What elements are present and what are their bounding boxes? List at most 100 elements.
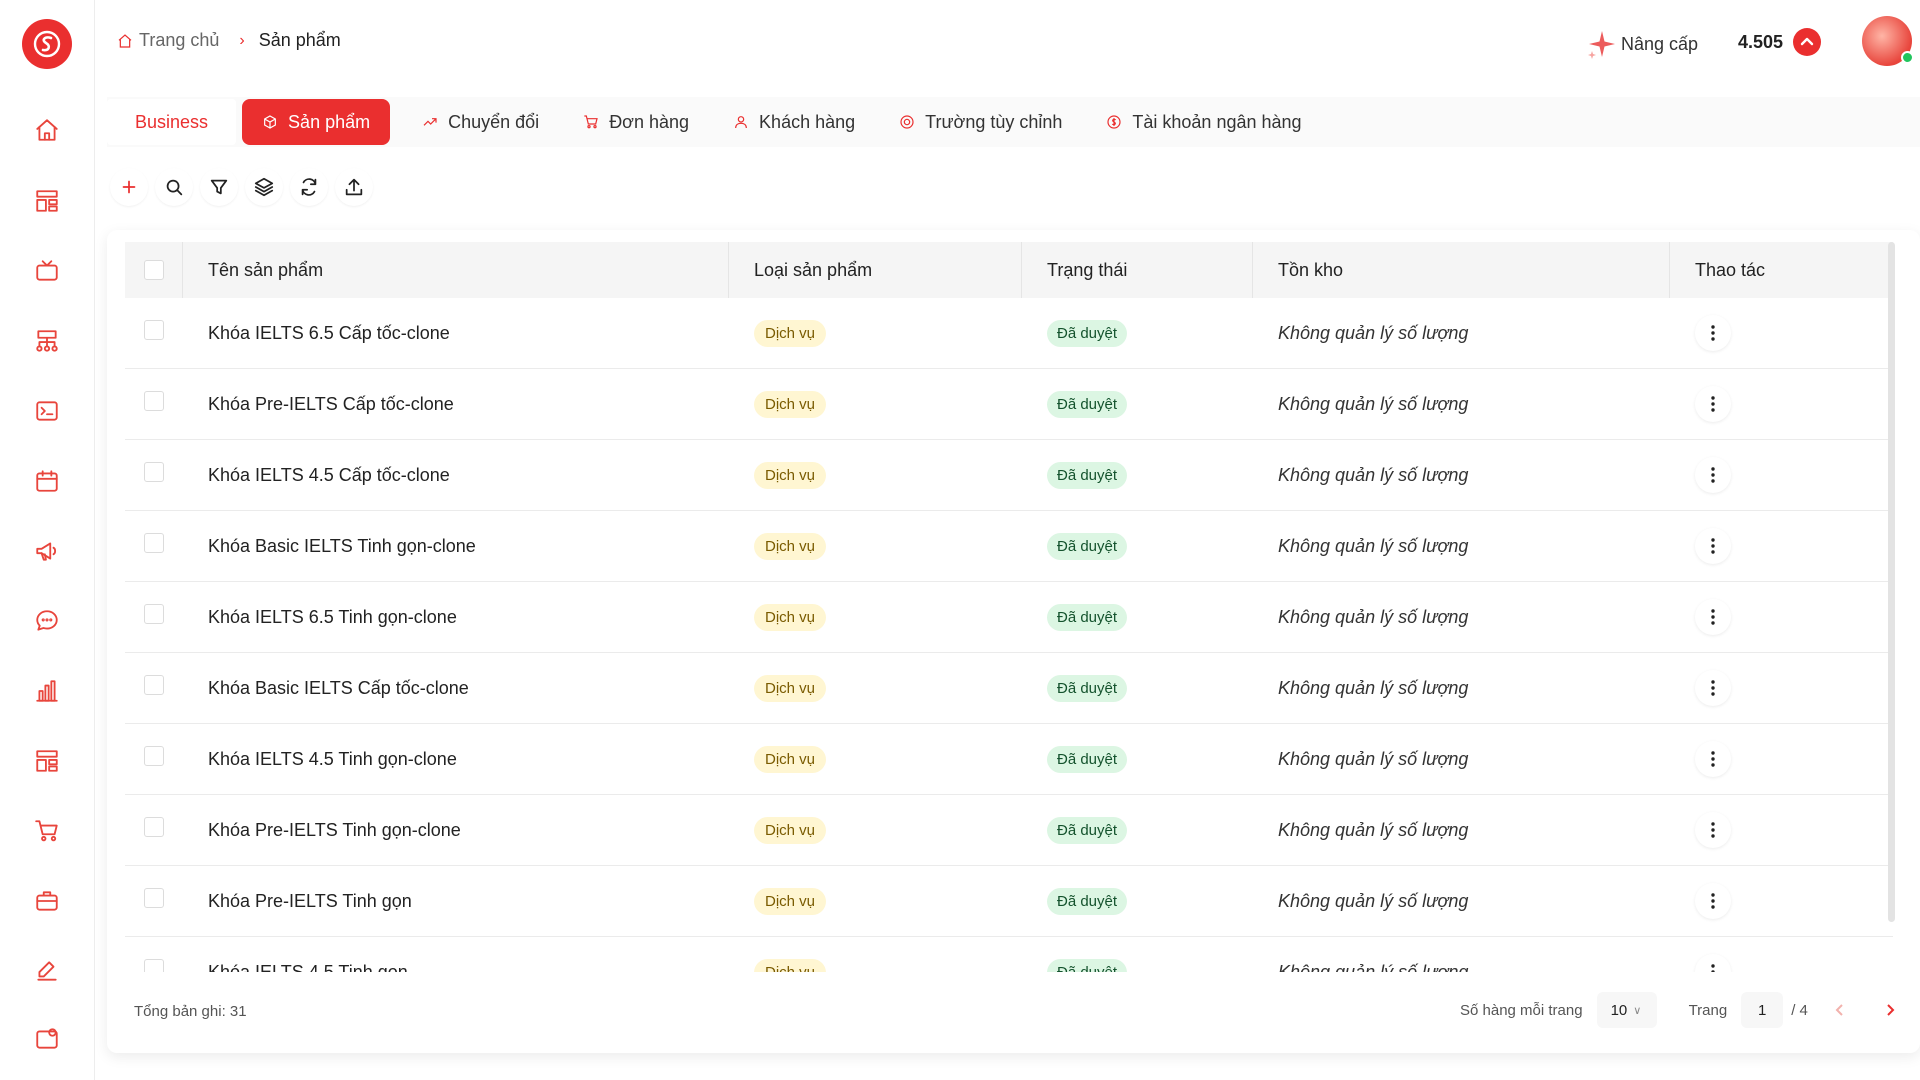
row-actions-button[interactable]	[1695, 741, 1731, 777]
table-row[interactable]: Khóa IELTS 6.5 Tinh gọn-clone Dịch vụ Đã d…	[125, 582, 1893, 653]
product-name[interactable]: Khóa Pre-IELTS Tinh gọn-clone	[183, 795, 729, 866]
product-name[interactable]: Khóa Pre-IELTS Tinh gọn	[183, 866, 729, 937]
breadcrumb: Trang chủ › Sản phẩm	[117, 30, 341, 51]
nav-edit[interactable]	[33, 957, 61, 985]
breadcrumb-home[interactable]: Trang chủ	[117, 30, 219, 51]
tab-customers[interactable]: Khách hàng	[711, 99, 877, 145]
credits-display[interactable]: 4.505	[1738, 28, 1822, 56]
product-name[interactable]: Khóa IELTS 4.5 Tinh gọn	[183, 937, 729, 973]
previous-page-button[interactable]	[1822, 992, 1858, 1028]
product-name[interactable]: Khóa IELTS 4.5 Tinh gọn-clone	[183, 724, 729, 795]
table-row[interactable]: Khóa Pre-IELTS Tinh gọn-clone Dịch vụ Đã d…	[125, 795, 1893, 866]
refresh-button[interactable]	[290, 168, 328, 206]
tab-business[interactable]: Business	[107, 99, 237, 145]
row-checkbox[interactable]	[144, 887, 164, 908]
page-number-input[interactable]	[1741, 992, 1784, 1028]
columns-button[interactable]	[245, 168, 283, 206]
scrollbar-thumb[interactable]	[1888, 242, 1895, 922]
chevron-right-icon: ›	[239, 31, 245, 49]
nav-home[interactable]	[33, 116, 61, 144]
search-button[interactable]	[155, 168, 193, 206]
product-type-cell: Dịch vụ	[729, 795, 1022, 866]
row-actions-button[interactable]	[1695, 812, 1731, 848]
row-actions-button[interactable]	[1695, 599, 1731, 635]
table-row[interactable]: Khóa IELTS 4.5 Cấp tốc-clone Dịch vụ Đã du…	[125, 440, 1893, 511]
logo-icon	[33, 30, 61, 58]
nav-sitemap[interactable]	[33, 327, 61, 355]
product-type-cell: Dịch vụ	[729, 866, 1022, 937]
table-row[interactable]: Khóa IELTS 4.5 Tinh gọn-clone Dịch vụ Đã d…	[125, 724, 1893, 795]
actions-cell	[1670, 653, 1893, 724]
row-actions-button[interactable]	[1695, 670, 1731, 706]
nav-reports[interactable]	[33, 677, 61, 705]
product-name[interactable]: Khóa Basic IELTS Tinh gọn-clone	[183, 511, 729, 582]
select-all-checkbox[interactable]	[143, 260, 164, 280]
table-row[interactable]: Khóa Basic IELTS Cấp tốc-clone Dịch vụ Đã …	[125, 653, 1893, 724]
row-actions-button[interactable]	[1695, 457, 1731, 493]
row-checkbox[interactable]	[144, 674, 164, 695]
export-button[interactable]	[335, 168, 373, 206]
more-vertical-icon	[1711, 964, 1715, 972]
row-checkbox[interactable]	[144, 816, 164, 837]
layers-icon	[254, 177, 274, 197]
row-checkbox[interactable]	[144, 319, 164, 340]
row-checkbox[interactable]	[144, 958, 164, 972]
app-logo[interactable]	[22, 19, 72, 69]
row-actions-button[interactable]	[1695, 954, 1731, 972]
row-checkbox[interactable]	[144, 532, 164, 553]
filter-button[interactable]	[200, 168, 238, 206]
tab-products[interactable]: Sản phẩm	[242, 99, 391, 145]
tab-conversion[interactable]: Chuyển đổi	[400, 99, 561, 145]
stock-text: Không quản lý số lượng	[1278, 819, 1469, 840]
home-icon	[36, 119, 58, 141]
product-name[interactable]: Khóa IELTS 6.5 Tinh gọn-clone	[183, 582, 729, 653]
product-name[interactable]: Khóa IELTS 6.5 Cấp tốc-clone	[183, 298, 729, 369]
column-header-stock[interactable]: Tồn kho	[1253, 242, 1670, 298]
add-button[interactable]	[110, 168, 148, 206]
tab-custom-fields[interactable]: Trường tùy chỉnh	[877, 99, 1084, 145]
nav-dashboard[interactable]	[33, 187, 61, 215]
stock-cell: Không quản lý số lượng	[1253, 369, 1670, 440]
table-scrollbar[interactable]	[1888, 242, 1895, 972]
tab-bank-accounts[interactable]: Tài khoản ngân hàng	[1084, 99, 1323, 145]
row-checkbox[interactable]	[144, 390, 164, 411]
nav-business[interactable]	[33, 887, 61, 915]
table-row[interactable]: Khóa IELTS 6.5 Cấp tốc-clone Dịch vụ Đã du…	[125, 298, 1893, 369]
status-badge: Đã duyệt	[1047, 958, 1128, 972]
nav-tv[interactable]	[33, 257, 61, 285]
column-header-type[interactable]: Loại sản phẩm	[729, 242, 1022, 298]
user-avatar[interactable]	[1862, 16, 1914, 66]
table-row[interactable]: Khóa Pre-IELTS Cấp tốc-clone Dịch vụ Đã du…	[125, 369, 1893, 440]
table-row[interactable]: Khóa Pre-IELTS Tinh gọn Dịch vụ Đã duyệt Kh…	[125, 866, 1893, 937]
row-actions-button[interactable]	[1695, 386, 1731, 422]
tab-orders[interactable]: Đơn hàng	[561, 99, 711, 145]
product-name[interactable]: Khóa Pre-IELTS Cấp tốc-clone	[183, 369, 729, 440]
chat-icon	[36, 610, 58, 631]
row-checkbox[interactable]	[144, 461, 164, 482]
nav-templates[interactable]	[33, 747, 61, 775]
upgrade-button[interactable]: Nâng cấp	[1585, 24, 1698, 64]
nav-settings[interactable]	[33, 1025, 61, 1053]
actions-cell	[1670, 511, 1893, 582]
table-row[interactable]: Khóa IELTS 4.5 Tinh gọn Dịch vụ Đã duyệt Kh…	[125, 937, 1893, 972]
actions-cell	[1670, 795, 1893, 866]
nav-terminal[interactable]	[33, 397, 61, 425]
users-icon	[735, 116, 747, 129]
row-actions-button[interactable]	[1695, 315, 1731, 351]
row-actions-button[interactable]	[1695, 528, 1731, 564]
product-name[interactable]: Khóa IELTS 4.5 Cấp tốc-clone	[183, 440, 729, 511]
row-actions-button[interactable]	[1695, 883, 1731, 919]
table-row[interactable]: Khóa Basic IELTS Tinh gọn-clone Dịch vụ Đã…	[125, 511, 1893, 582]
column-header-name[interactable]: Tên sản phẩm	[183, 242, 729, 298]
row-checkbox[interactable]	[144, 745, 164, 766]
row-checkbox[interactable]	[144, 603, 164, 624]
status-cell: Đã duyệt	[1022, 582, 1253, 653]
nav-calendar[interactable]	[33, 467, 61, 495]
next-page-button[interactable]	[1872, 992, 1908, 1028]
nav-chat[interactable]	[33, 607, 61, 635]
product-name[interactable]: Khóa Basic IELTS Cấp tốc-clone	[183, 653, 729, 724]
nav-cart[interactable]	[33, 817, 61, 845]
nav-campaign[interactable]	[33, 537, 61, 565]
column-header-status[interactable]: Trạng thái	[1022, 242, 1253, 298]
rows-per-page-select[interactable]: 10 ∨	[1596, 992, 1657, 1028]
